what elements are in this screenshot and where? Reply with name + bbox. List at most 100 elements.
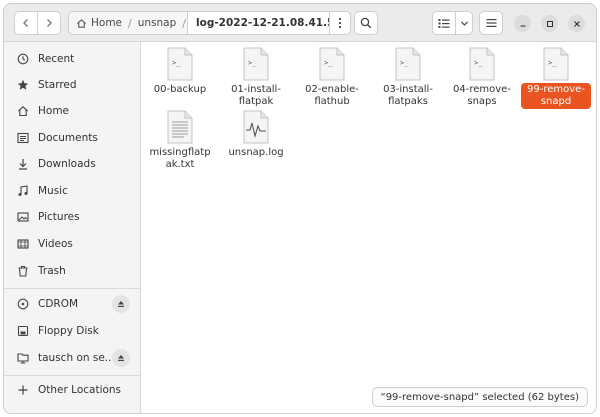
sidebar-item-label: Starred (38, 79, 77, 91)
file-name: 03-install-flatpaks (383, 84, 433, 107)
home-icon (77, 18, 86, 28)
clock-icon (16, 52, 30, 66)
svg-text:>_: >_ (400, 59, 409, 67)
file-item[interactable]: >_ 00-backup (145, 47, 215, 97)
file-item[interactable]: >_ 02-enable-flathub (297, 47, 367, 109)
vertical-dots-icon (338, 17, 342, 29)
sidebar-item-pictures[interactable]: Pictures (4, 205, 140, 229)
svg-text:>_: >_ (548, 59, 557, 67)
sidebar-item-label: tausch on se... (38, 352, 115, 364)
sidebar-item-documents[interactable]: Documents (4, 126, 140, 150)
sidebar-item-other-locations[interactable]: Other Locations (4, 378, 140, 402)
svg-text:>_: >_ (474, 59, 483, 67)
document-icon (16, 131, 30, 145)
breadcrumb-home[interactable]: Home (69, 12, 127, 34)
home-icon (16, 104, 30, 118)
path-menu-button[interactable] (329, 11, 351, 35)
view-options-dropdown[interactable] (455, 11, 473, 35)
file-item[interactable]: unsnap.log (221, 110, 291, 160)
maximize-button[interactable] (541, 15, 558, 32)
eject-icon (118, 301, 124, 307)
header-bar: Home / unsnap / log-2022-12-21.08.41.53 (4, 4, 596, 42)
sidebar-item-cdrom[interactable]: CDROM (4, 292, 140, 316)
breadcrumb-current[interactable]: log-2022-12-21.08.41.53 (187, 12, 330, 34)
main-menu-button[interactable] (479, 11, 503, 35)
sidebar-item-videos[interactable]: Videos (4, 232, 140, 256)
script-file-icon: >_ (543, 47, 569, 81)
script-file-icon: >_ (167, 47, 193, 81)
chevron-down-icon (460, 21, 468, 26)
script-file-icon: >_ (469, 47, 495, 81)
star-icon (16, 78, 30, 92)
sidebar-item-label: Home (38, 105, 70, 117)
search-icon (360, 17, 372, 29)
list-view-button[interactable] (432, 11, 456, 35)
disc-icon (16, 297, 30, 311)
music-icon (16, 184, 30, 198)
svg-text:>_: >_ (248, 59, 257, 67)
eject-button[interactable] (112, 295, 130, 313)
sidebar-item-label: Recent (38, 53, 75, 65)
status-bar: “99-remove-snapd” selected (62 bytes) (371, 387, 588, 407)
sidebar-item-floppy-disk[interactable]: Floppy Disk (4, 319, 140, 343)
file-name: 01-install-flatpak (231, 84, 281, 107)
folder-network-icon (16, 351, 30, 365)
sidebar-item-label: Floppy Disk (38, 325, 99, 337)
sidebar-item-label: Videos (38, 238, 73, 250)
chevron-left-icon (23, 19, 28, 27)
minimize-icon (520, 25, 525, 27)
script-file-icon: >_ (395, 47, 421, 81)
file-item[interactable]: >_ 01-install-flatpak (221, 47, 291, 109)
sidebar-item-home[interactable]: Home (4, 99, 140, 123)
minimize-button[interactable] (514, 15, 531, 32)
list-view-icon (438, 18, 450, 28)
file-name: 02-enable-flathub (305, 84, 359, 107)
forward-button[interactable] (37, 11, 61, 35)
svg-text:>_: >_ (324, 59, 333, 67)
log-file-icon (243, 110, 269, 144)
sidebar-item-starred[interactable]: Starred (4, 73, 140, 97)
video-icon (16, 237, 30, 251)
file-item[interactable]: >_ 03-install-flatpaks (373, 47, 443, 109)
sidebar-divider (4, 288, 140, 289)
file-item[interactable]: missingflatpak.txt (145, 110, 215, 172)
breadcrumb-unsnap[interactable]: unsnap (133, 12, 182, 34)
text-file-icon (167, 110, 193, 144)
file-name: missingflatpak.txt (149, 147, 211, 170)
sidebar-item-network-share[interactable]: tausch on se... (4, 346, 140, 370)
plus-icon (16, 383, 30, 397)
eject-button[interactable] (112, 349, 130, 367)
script-file-icon: >_ (243, 47, 269, 81)
file-manager-window: Home / unsnap / log-2022-12-21.08.41.53 (3, 3, 597, 414)
sidebar-item-downloads[interactable]: Downloads (4, 152, 140, 176)
breadcrumb-label: Home (91, 17, 123, 29)
close-button[interactable] (568, 15, 585, 32)
chevron-right-icon (47, 19, 52, 27)
sidebar-item-label: Trash (38, 265, 66, 277)
hamburger-icon (486, 19, 496, 27)
search-button[interactable] (354, 11, 378, 35)
sidebar-item-label: Documents (38, 132, 98, 144)
breadcrumb: Home / unsnap / log-2022-12-21.08.41.53 (68, 11, 330, 35)
picture-icon (16, 210, 30, 224)
trash-icon (16, 264, 30, 278)
back-button[interactable] (14, 11, 38, 35)
file-item[interactable]: >_ 04-remove-snaps (447, 47, 517, 109)
breadcrumb-label: unsnap (137, 17, 177, 29)
sidebar-item-trash[interactable]: Trash (4, 259, 140, 283)
sidebar-item-label: Downloads (38, 158, 96, 170)
file-name: 00-backup (153, 84, 207, 95)
download-icon (16, 157, 30, 171)
script-file-icon: >_ (319, 47, 345, 81)
sidebar-item-label: Pictures (38, 211, 80, 223)
sidebar-divider (4, 375, 140, 376)
svg-text:>_: >_ (172, 59, 181, 67)
sidebar-item-music[interactable]: Music (4, 179, 140, 203)
sidebar-item-recent[interactable]: Recent (4, 47, 140, 71)
selection-status: “99-remove-snapd” selected (62 bytes) (380, 391, 579, 403)
drive-icon (16, 324, 30, 338)
eject-icon (118, 355, 124, 361)
file-item-selected[interactable]: >_ 99-remove-snapd (521, 47, 591, 109)
file-name: unsnap.log (228, 147, 284, 158)
breadcrumb-label: log-2022-12-21.08.41.53 (196, 17, 330, 29)
